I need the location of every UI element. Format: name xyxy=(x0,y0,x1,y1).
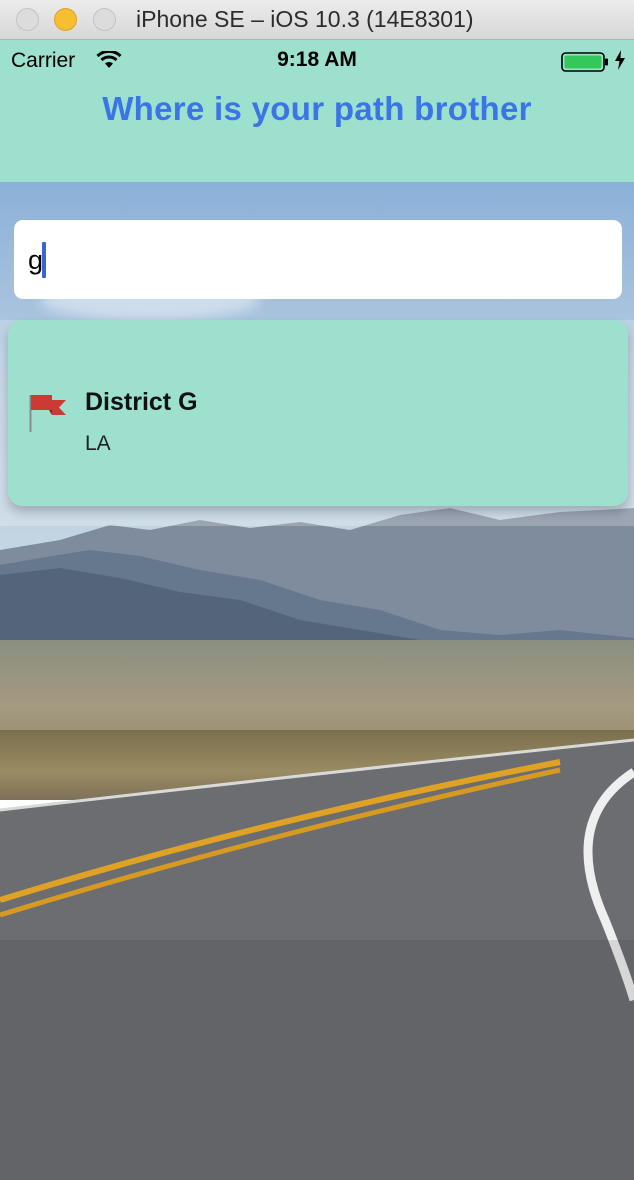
text-cursor xyxy=(42,242,46,278)
search-results-list: District G LA xyxy=(0,320,634,526)
result-title: District G xyxy=(85,388,198,416)
result-subtitle: LA xyxy=(85,432,111,455)
page-title: Where is your path brother xyxy=(102,90,532,127)
charging-bolt-icon xyxy=(614,50,626,75)
search-field[interactable] xyxy=(14,220,622,299)
simulator-title-bar: iPhone SE – iOS 10.3 (14E8301) xyxy=(0,0,634,40)
minimize-window-button[interactable] xyxy=(54,8,77,31)
device-screen: Carrier 9:18 AM Where is your path broth… xyxy=(0,40,634,1180)
close-window-button[interactable] xyxy=(16,8,39,31)
background-photo xyxy=(0,40,634,1180)
window-title: iPhone SE – iOS 10.3 (14E8301) xyxy=(136,6,474,32)
battery-icon xyxy=(561,52,609,77)
app-header: Carrier 9:18 AM Where is your path broth… xyxy=(0,40,634,182)
status-bar: Carrier 9:18 AM xyxy=(0,40,634,82)
zoom-window-button[interactable] xyxy=(93,8,116,31)
clock: 9:18 AM xyxy=(277,48,357,71)
search-input[interactable] xyxy=(28,242,588,278)
result-item[interactable]: District G LA xyxy=(8,320,628,506)
flag-icon xyxy=(28,392,68,439)
